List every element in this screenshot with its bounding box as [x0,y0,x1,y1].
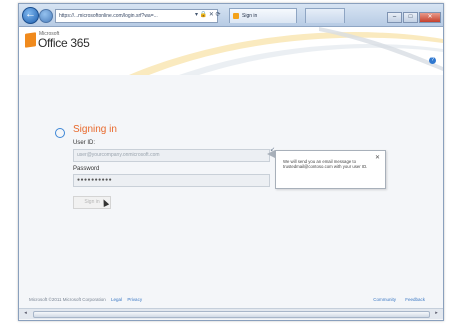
loading-spinner-icon [55,128,65,138]
user-id-label: User ID: [73,140,96,146]
scroll-right-arrow-icon[interactable]: ▸ [432,310,441,317]
password-field[interactable]: ●●●●●●●●●● [73,174,270,187]
minimize-button[interactable]: – [387,12,402,23]
help-icon[interactable]: ? [429,57,436,64]
office-banner: Microsoft Office 365 [19,27,443,75]
address-bar[interactable]: https://...microsoftonline.com/login.srf… [55,9,218,23]
user-id-field[interactable]: user@yourcompany.onmicrosoft.com [73,149,270,162]
tooltip-text: We will send you an email message to tru… [283,159,368,170]
back-button[interactable]: ← [22,7,39,24]
back-arrow-icon: ← [25,8,36,20]
privacy-link[interactable]: Privacy [127,297,142,302]
maximize-button[interactable]: □ [403,12,418,23]
footer-left: Microsoft ©2011 Microsoft Corporation Le… [29,295,142,305]
browser-window: ← https://...microsoftonline.com/login.s… [18,3,444,321]
tooltip-close-button[interactable]: ✕ [375,154,380,161]
user-id-tooltip: ✕ We will send you an email message to t… [275,150,386,189]
scrollbar-thumb[interactable] [33,311,430,318]
tab-new[interactable] [305,8,345,23]
address-bar-icons[interactable]: ▾ 🔒 ✕ ⟳ [195,9,221,21]
office-logo-icon [25,32,36,48]
feedback-link[interactable]: Feedback [405,297,425,302]
tooltip-pointer [267,150,275,158]
banner-swoosh-graphic [129,27,443,75]
close-window-button[interactable]: ✕ [419,12,441,23]
tab-label: Sign in [242,13,258,19]
horizontal-scrollbar[interactable]: ◂ ▸ [19,308,443,319]
signin-panel: Signing in User ID: user@yourcompany.onm… [19,75,443,303]
tab-sign-in[interactable]: Sign in [229,8,297,23]
footer-right: Community Feedback [365,295,425,305]
office-favicon-icon [233,13,239,19]
page-footer: Microsoft ©2011 Microsoft Corporation Le… [19,295,443,305]
scroll-left-arrow-icon[interactable]: ◂ [21,310,30,317]
community-link[interactable]: Community [373,297,396,302]
legal-link[interactable]: Legal [111,297,122,302]
logo-text: Office 365 [38,36,90,50]
copyright-text: Microsoft ©2011 Microsoft Corporation [29,297,106,302]
window-controls: – □ ✕ [386,5,441,23]
page-title: Signing in [73,124,117,135]
browser-toolbar: ← https://...microsoftonline.com/login.s… [19,4,443,27]
forward-button[interactable] [39,9,53,23]
password-label: Password [73,166,100,172]
